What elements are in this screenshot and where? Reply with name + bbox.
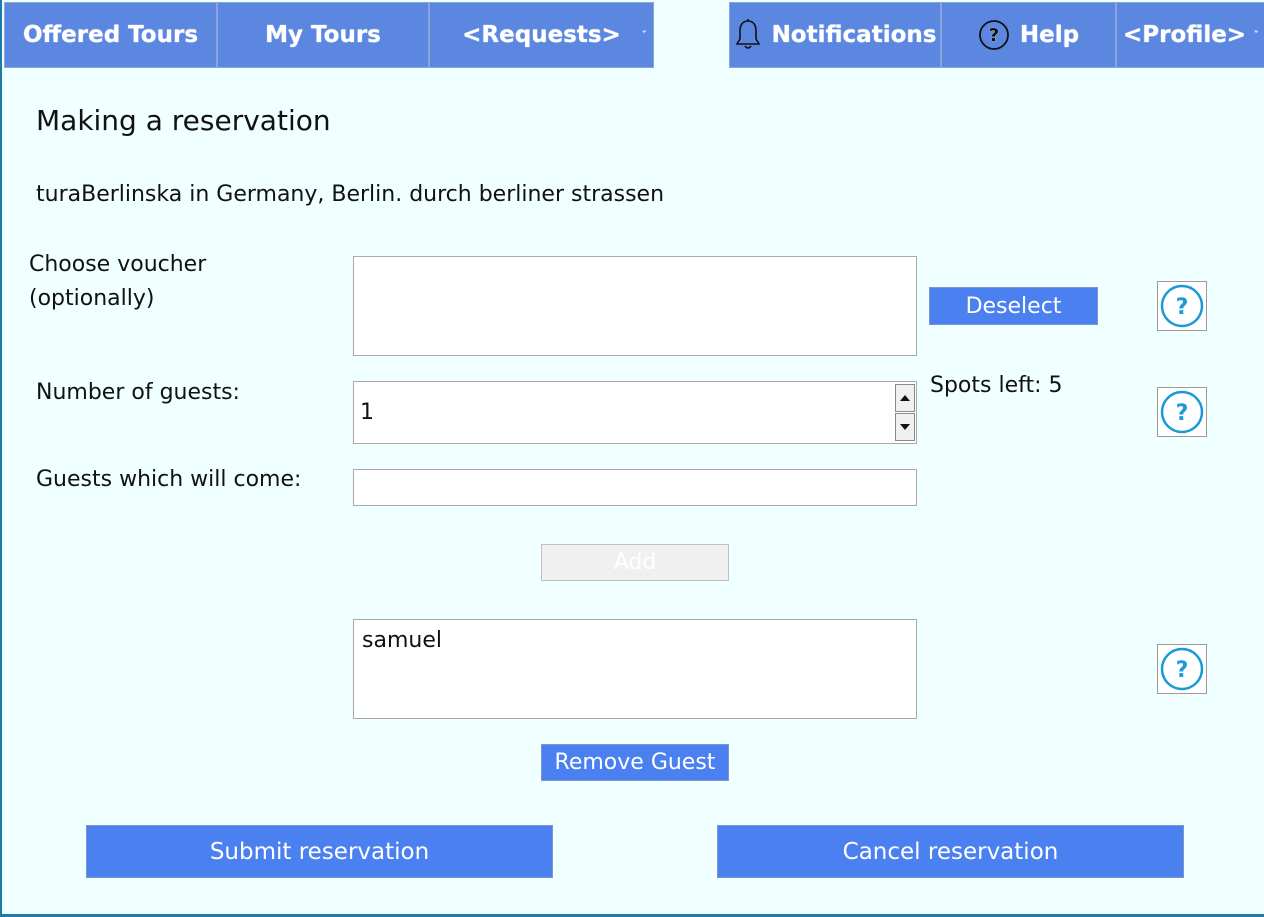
tour-info: turaBerlinska in Germany, Berlin. durch … — [36, 182, 665, 207]
question-icon: ? — [1160, 390, 1204, 434]
nav-tab-profile[interactable]: <Profile> ˇ — [1116, 2, 1264, 68]
spots-left: Spots left: 5 — [930, 373, 1063, 398]
svg-text:?: ? — [1176, 658, 1189, 683]
voucher-label: Choose voucher (optionally) — [29, 248, 206, 316]
add-guest-button[interactable]: Add — [541, 544, 729, 581]
list-item[interactable]: samuel — [362, 628, 442, 653]
nav-tab-requests[interactable]: <Requests> ˇ — [429, 2, 654, 68]
svg-text:?: ? — [1176, 295, 1189, 320]
question-icon: ? — [1160, 284, 1204, 328]
app-window: Offered Tours My Tours <Requests> ˇ Noti… — [0, 0, 1264, 917]
guests-help-button[interactable]: ? — [1157, 387, 1207, 437]
increment-button[interactable] — [895, 384, 915, 412]
number-of-guests-value: 1 — [360, 400, 374, 425]
nav-tab-label: Help — [1019, 22, 1080, 48]
submit-reservation-button[interactable]: Submit reservation — [86, 825, 553, 878]
number-of-guests-label: Number of guests: — [36, 380, 240, 405]
add-guest-button-label: Add — [613, 550, 657, 575]
nav-tab-label: Notifications — [771, 22, 937, 48]
voucher-label-line1: Choose voucher — [29, 252, 207, 277]
deselect-button-label: Deselect — [965, 293, 1062, 319]
cancel-reservation-label: Cancel reservation — [842, 838, 1059, 865]
guest-list[interactable]: samuel — [353, 619, 917, 719]
page-title: Making a reservation — [36, 104, 331, 137]
guest-name-input[interactable] — [353, 469, 917, 506]
nav-tab-help[interactable]: ? Help — [941, 2, 1116, 68]
question-icon: ? — [1160, 647, 1204, 691]
help-circle-icon: ? — [978, 19, 1010, 51]
number-of-guests-input[interactable]: 1 — [353, 381, 917, 444]
nav-tab-label: Offered Tours — [22, 22, 199, 48]
voucher-help-button[interactable]: ? — [1157, 281, 1207, 331]
remove-guest-button-label: Remove Guest — [554, 750, 716, 775]
nav-tab-label: <Profile> — [1123, 22, 1247, 48]
svg-text:?: ? — [989, 25, 999, 46]
nav-tab-my-tours[interactable]: My Tours — [217, 2, 429, 68]
chevron-down-icon: ˇ — [1253, 29, 1260, 42]
nav-tab-notifications[interactable]: Notifications — [729, 2, 941, 68]
decrement-button[interactable] — [895, 413, 915, 441]
cancel-reservation-button[interactable]: Cancel reservation — [717, 825, 1184, 878]
svg-text:?: ? — [1176, 401, 1189, 426]
voucher-label-line2: (optionally) — [29, 286, 155, 311]
nav-tab-label: My Tours — [265, 22, 381, 48]
bell-icon — [734, 18, 762, 52]
arrow-down-icon — [900, 424, 910, 430]
deselect-button[interactable]: Deselect — [929, 287, 1098, 325]
remove-guest-button[interactable]: Remove Guest — [541, 744, 729, 781]
voucher-listbox[interactable] — [353, 256, 917, 356]
arrow-up-icon — [900, 395, 910, 401]
nav-tab-label: <Requests> — [462, 22, 621, 48]
nav-tab-offered-tours[interactable]: Offered Tours — [4, 2, 217, 68]
guest-list-help-button[interactable]: ? — [1157, 644, 1207, 694]
chevron-down-icon: ˇ — [641, 29, 648, 42]
submit-reservation-label: Submit reservation — [209, 838, 430, 865]
guest-names-label: Guests which will come: — [36, 467, 302, 492]
